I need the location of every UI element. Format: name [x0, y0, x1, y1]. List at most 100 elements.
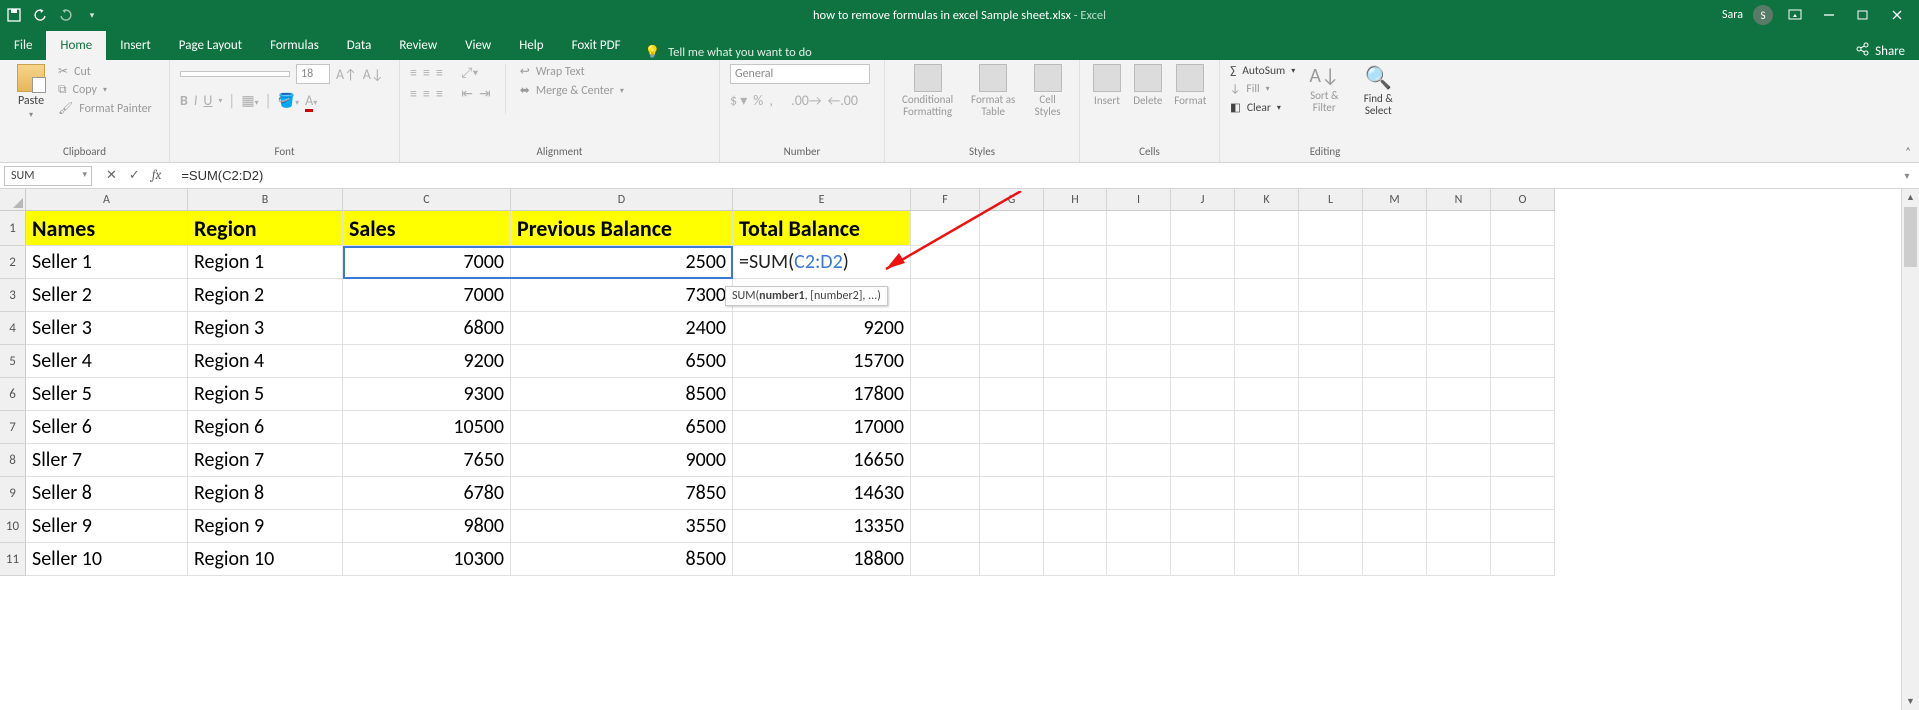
underline-button[interactable]: U: [203, 92, 212, 109]
cell[interactable]: [980, 510, 1044, 543]
row-header[interactable]: 3: [0, 279, 26, 312]
autosum-button[interactable]: ∑AutoSum▾: [1230, 64, 1295, 78]
cell[interactable]: 17800: [733, 378, 911, 411]
col-header[interactable]: E: [733, 189, 911, 211]
tab-formulas[interactable]: Formulas: [256, 31, 333, 60]
cell[interactable]: [980, 279, 1044, 312]
col-header[interactable]: F: [911, 189, 980, 211]
clear-button[interactable]: ◧Clear▾: [1230, 100, 1295, 115]
cell[interactable]: [1491, 246, 1555, 279]
borders-button[interactable]: ▦▾: [241, 92, 258, 109]
tab-foxit-pdf[interactable]: Foxit PDF: [558, 31, 635, 60]
active-cell[interactable]: =SUM(C2:D2): [733, 246, 911, 279]
cell[interactable]: Previous Balance: [511, 211, 733, 246]
row-header[interactable]: 5: [0, 345, 26, 378]
cell[interactable]: 16650: [733, 444, 911, 477]
cell[interactable]: [1044, 246, 1107, 279]
col-header[interactable]: I: [1107, 189, 1171, 211]
row-header[interactable]: 1: [0, 211, 26, 246]
cell[interactable]: [1171, 312, 1235, 345]
cell[interactable]: [1171, 411, 1235, 444]
col-header[interactable]: O: [1491, 189, 1555, 211]
tell-me[interactable]: 💡 Tell me what you want to do: [635, 45, 822, 60]
cell[interactable]: [911, 411, 980, 444]
cell[interactable]: [1427, 378, 1491, 411]
cell[interactable]: [1107, 411, 1171, 444]
italic-button[interactable]: I: [194, 92, 198, 109]
cell[interactable]: [1299, 510, 1363, 543]
cell[interactable]: [1235, 312, 1299, 345]
cell[interactable]: Seller 2: [26, 279, 188, 312]
fx-icon[interactable]: fx: [152, 168, 162, 183]
cell[interactable]: [1427, 510, 1491, 543]
qat-customize-icon[interactable]: ▾: [84, 7, 100, 23]
cell[interactable]: [1491, 279, 1555, 312]
cell[interactable]: [1299, 312, 1363, 345]
cell[interactable]: [911, 211, 980, 246]
cell[interactable]: [1235, 211, 1299, 246]
row-header[interactable]: 10: [0, 510, 26, 543]
row-header[interactable]: 6: [0, 378, 26, 411]
scroll-down-icon[interactable]: ▼: [1902, 693, 1919, 710]
minimize-icon[interactable]: [1817, 5, 1841, 25]
font-size-input[interactable]: 18: [296, 64, 330, 84]
cell[interactable]: 17000: [733, 411, 911, 444]
cell[interactable]: [1107, 444, 1171, 477]
cell[interactable]: [1491, 411, 1555, 444]
tab-file[interactable]: File: [0, 31, 46, 60]
format-as-table-button[interactable]: Format as Table: [966, 64, 1020, 118]
expand-formula-bar-icon[interactable]: ▾: [1895, 169, 1919, 182]
cell[interactable]: [1235, 345, 1299, 378]
cell[interactable]: Region 3: [188, 312, 343, 345]
cell[interactable]: [1299, 279, 1363, 312]
cell[interactable]: Total Balance: [733, 211, 911, 246]
cell[interactable]: [1491, 477, 1555, 510]
conditional-formatting-button[interactable]: Conditional Formatting: [895, 64, 960, 118]
cell[interactable]: Seller 1: [26, 246, 188, 279]
cell[interactable]: [1235, 279, 1299, 312]
cell[interactable]: [1363, 312, 1427, 345]
cell[interactable]: [1235, 543, 1299, 576]
cell[interactable]: 2500: [511, 246, 733, 279]
align-right-icon[interactable]: ≡: [436, 85, 443, 102]
cell[interactable]: [1299, 411, 1363, 444]
cell[interactable]: [980, 378, 1044, 411]
cell[interactable]: [911, 477, 980, 510]
cell[interactable]: [1044, 312, 1107, 345]
col-header[interactable]: A: [26, 189, 188, 211]
cell[interactable]: 14630: [733, 477, 911, 510]
name-box[interactable]: SUM: [4, 166, 92, 186]
cell[interactable]: [911, 312, 980, 345]
cancel-formula-icon[interactable]: ✕: [106, 168, 117, 183]
cell[interactable]: [911, 444, 980, 477]
avatar[interactable]: S: [1753, 5, 1773, 25]
cell[interactable]: [911, 378, 980, 411]
cell[interactable]: [1491, 312, 1555, 345]
cell[interactable]: [1044, 510, 1107, 543]
cell[interactable]: 7850: [511, 477, 733, 510]
cell[interactable]: [1235, 444, 1299, 477]
cell[interactable]: 13350: [733, 510, 911, 543]
tab-help[interactable]: Help: [505, 31, 557, 60]
align-left-icon[interactable]: ≡: [410, 85, 417, 102]
cell[interactable]: [1044, 279, 1107, 312]
cell[interactable]: [980, 477, 1044, 510]
cell-styles-button[interactable]: Cell Styles: [1026, 64, 1069, 118]
cell[interactable]: [1299, 543, 1363, 576]
col-header[interactable]: G: [980, 189, 1044, 211]
enter-formula-icon[interactable]: ✓: [129, 168, 140, 183]
cell[interactable]: Seller 6: [26, 411, 188, 444]
cell[interactable]: [1171, 444, 1235, 477]
align-top-icon[interactable]: ≡: [410, 64, 417, 81]
cut-button[interactable]: ✂Cut: [58, 64, 152, 79]
cell[interactable]: Region 10: [188, 543, 343, 576]
cell[interactable]: Region 4: [188, 345, 343, 378]
cell[interactable]: 10300: [343, 543, 511, 576]
cell[interactable]: [1235, 411, 1299, 444]
cell[interactable]: [1427, 246, 1491, 279]
cell[interactable]: [1171, 345, 1235, 378]
cell[interactable]: Region 6: [188, 411, 343, 444]
cell[interactable]: Names: [26, 211, 188, 246]
tab-home[interactable]: Home: [46, 31, 106, 60]
cell[interactable]: 9200: [733, 312, 911, 345]
